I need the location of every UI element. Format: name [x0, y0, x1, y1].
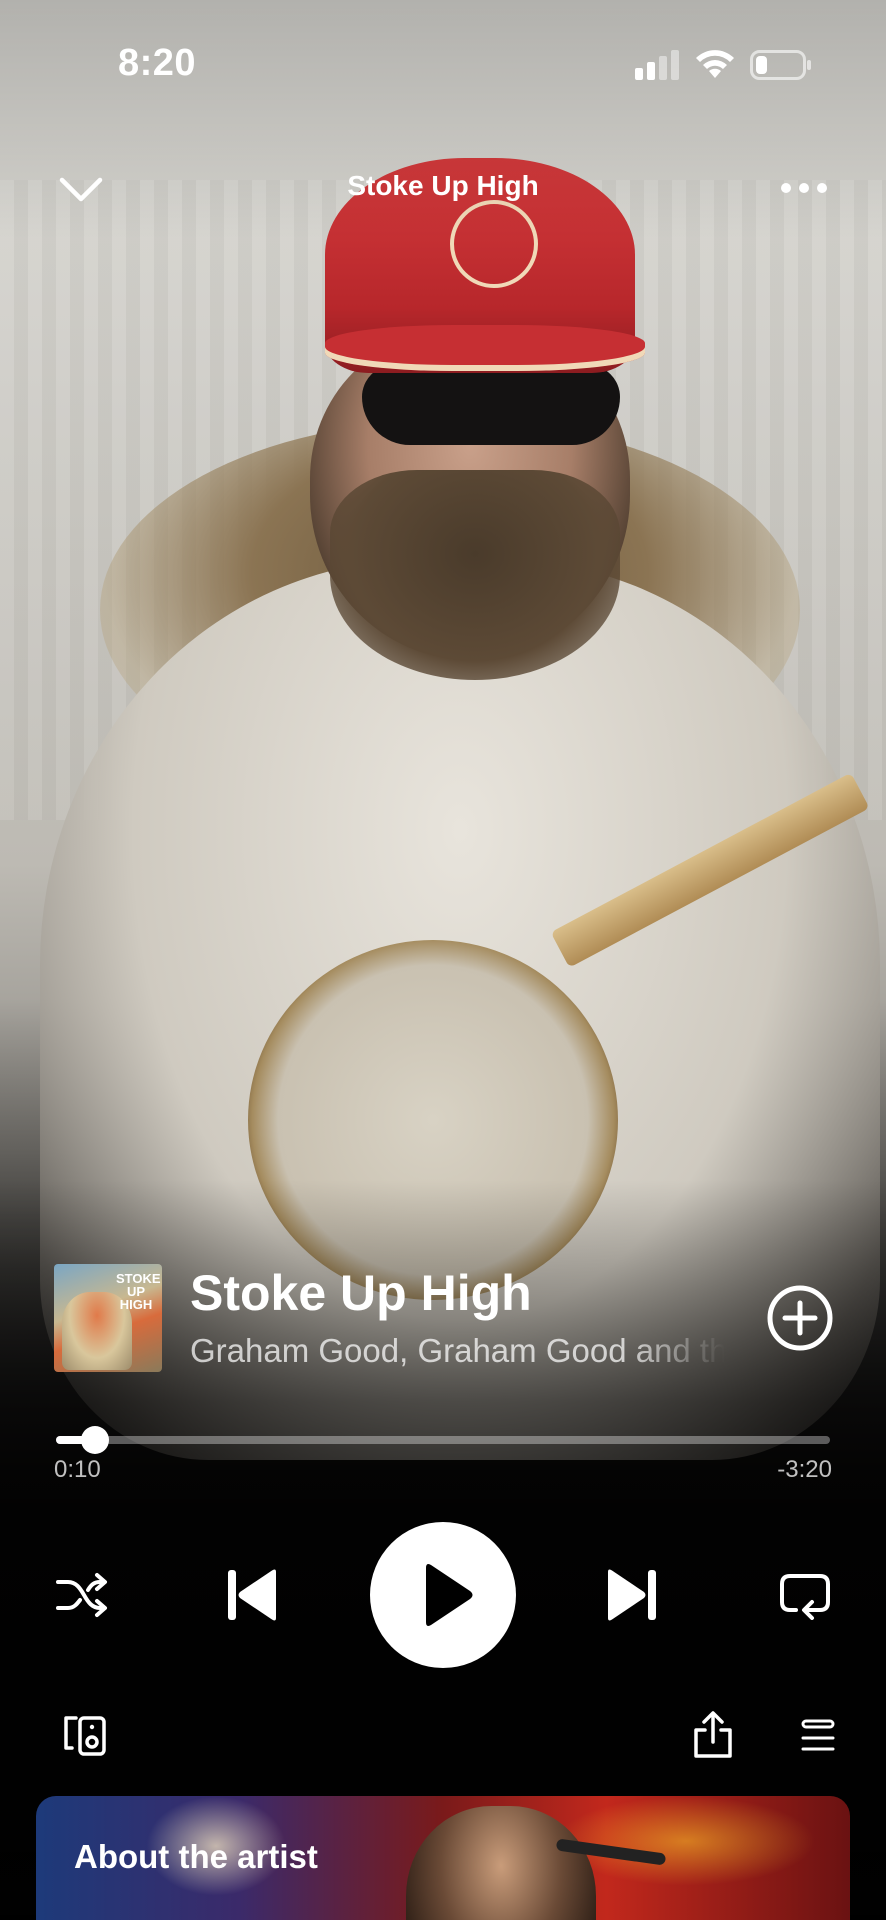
wifi-icon — [696, 50, 734, 78]
track-artist[interactable]: Graham Good, Graham Good and the Painter… — [190, 1332, 725, 1370]
artist-sunglasses — [362, 365, 620, 445]
time-remaining: -3:20 — [777, 1456, 832, 1483]
track-title[interactable]: Stoke Up High — [190, 1264, 660, 1322]
plus-circle-icon[interactable] — [766, 1284, 834, 1352]
play-button[interactable] — [370, 1522, 516, 1668]
more-horizontal-icon[interactable] — [780, 182, 828, 194]
track-info: STOKE UP HIGH Stoke Up High Graham Good,… — [54, 1264, 840, 1374]
header-title: Stoke Up High — [347, 170, 539, 201]
progress-track — [56, 1436, 830, 1444]
player-header: Stoke Up High — [0, 160, 886, 220]
skip-next-icon[interactable] — [606, 1568, 658, 1622]
neon-sign — [556, 1796, 816, 1886]
shuffle-icon[interactable] — [54, 1570, 110, 1620]
now-playing-screen: 8:20 Stoke Up High STOKE UP HIGH Stoke U… — [0, 0, 886, 1920]
progress-bar[interactable] — [56, 1426, 830, 1456]
queue-icon[interactable] — [800, 1718, 836, 1754]
about-artist-title: About the artist — [74, 1838, 318, 1875]
status-time: 8:20 — [118, 42, 197, 84]
connect-device-icon[interactable] — [62, 1714, 108, 1758]
progress-handle[interactable] — [80, 1426, 109, 1454]
share-icon[interactable] — [692, 1710, 734, 1760]
about-artist-card[interactable]: About the artist — [36, 1796, 850, 1920]
play-icon — [426, 1564, 473, 1626]
artist-beard — [330, 470, 620, 680]
album-cover[interactable]: STOKE UP HIGH — [54, 1264, 162, 1372]
cellular-signal-icon — [635, 50, 679, 80]
status-bar: 8:20 — [0, 0, 886, 130]
bottom-actions — [0, 1708, 886, 1768]
artist-cap-brim — [325, 325, 645, 371]
playback-controls — [0, 1522, 886, 1668]
repeat-icon[interactable] — [778, 1570, 832, 1620]
battery-icon — [750, 50, 811, 80]
time-elapsed: 0:10 — [54, 1456, 101, 1483]
skip-previous-icon[interactable] — [226, 1568, 278, 1622]
cover-title: STOKE UP HIGH — [116, 1271, 161, 1312]
